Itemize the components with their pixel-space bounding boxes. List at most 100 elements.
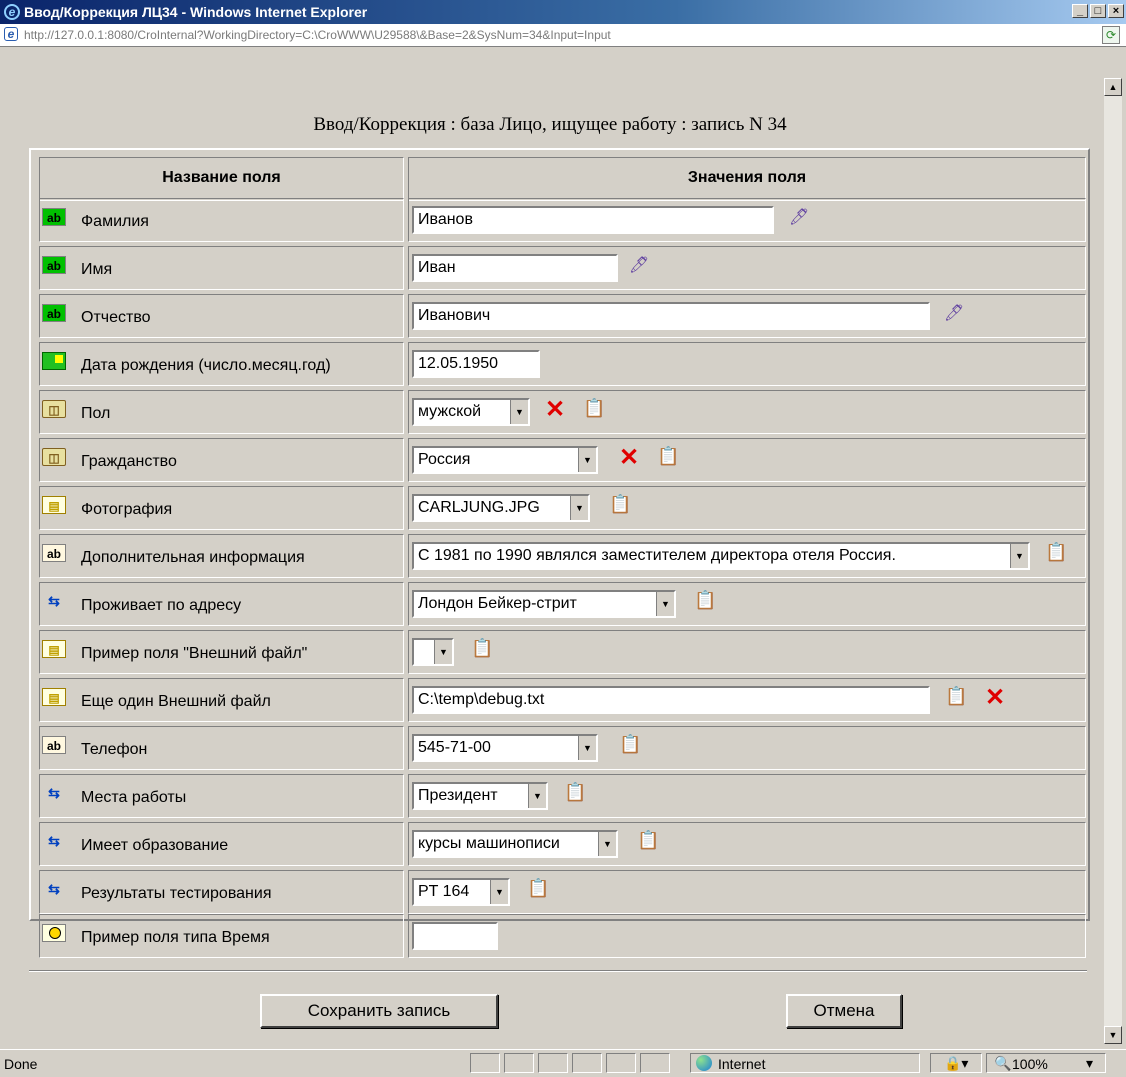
field-label: Телефон <box>81 741 148 758</box>
phone-select[interactable]: 545-71-00 ▼ <box>412 734 598 762</box>
additional-info-select[interactable]: С 1981 по 1990 являлся заместителем дире… <box>412 542 1030 570</box>
phone-select-value: 545-71-00 <box>418 739 491 756</box>
chevron-down-icon[interactable]: ▼ <box>570 496 588 520</box>
properties-icon[interactable]: 📋 <box>609 494 631 516</box>
minimize-button[interactable]: _ <box>1072 4 1088 18</box>
link-icon: ⇆ <box>48 785 60 801</box>
field-label: Имеет образование <box>81 837 229 854</box>
close-button[interactable]: × <box>1108 4 1124 18</box>
ab-text-icon: ab <box>42 208 66 226</box>
chevron-down-icon[interactable]: ▼ <box>434 640 452 664</box>
link-icon: ⇆ <box>48 881 60 897</box>
field-label: Дополнительная информация <box>81 549 305 566</box>
col-header-value: Значения поля <box>408 157 1086 201</box>
test-results-select[interactable]: PT 164 ▼ <box>412 878 510 906</box>
form-table: Название поля Значения поля ab Фамилия И… <box>29 148 1090 921</box>
status-text: Done <box>4 1056 38 1072</box>
table-row: Пример поля типа Время <box>39 914 1086 958</box>
properties-icon[interactable]: 📋 <box>637 830 659 852</box>
globe-icon <box>696 1055 712 1071</box>
date-icon <box>42 352 66 370</box>
book-icon: ◫ <box>42 400 66 418</box>
link-icon: ⇆ <box>48 593 60 609</box>
gender-select[interactable]: мужской ▼ <box>412 398 530 426</box>
properties-icon[interactable]: 📋 <box>527 878 549 900</box>
scroll-down-button[interactable]: ▼ <box>1104 1026 1122 1044</box>
properties-icon[interactable]: 📋 <box>564 782 586 804</box>
external-file-select[interactable]: ▼ <box>412 638 454 666</box>
edit-icon[interactable]: 🖊 <box>944 303 968 327</box>
save-button[interactable]: Сохранить запись <box>260 994 498 1028</box>
chevron-down-icon[interactable]: ▼ <box>528 784 546 808</box>
test-results-select-value: PT 164 <box>418 883 470 900</box>
birthdate-input[interactable]: 12.05.1950 <box>412 350 540 378</box>
window-titlebar: e Ввод/Коррекция ЛЦ34 - Windows Internet… <box>0 0 1126 24</box>
ie-logo-icon: e <box>4 4 20 20</box>
citizenship-select[interactable]: Россия ▼ <box>412 446 598 474</box>
cancel-button[interactable]: Отмена <box>786 994 902 1028</box>
workplaces-select[interactable]: Президент ▼ <box>412 782 548 810</box>
chevron-down-icon[interactable]: ▼ <box>490 880 508 904</box>
edit-icon[interactable]: 🖊 <box>789 207 813 231</box>
field-label: Результаты тестирования <box>81 885 272 902</box>
education-select[interactable]: курсы машинописи ▼ <box>412 830 618 858</box>
separator <box>29 970 1087 972</box>
ab-text-icon: ab <box>42 256 66 274</box>
field-label: Имя <box>81 261 113 278</box>
field-label: Фамилия <box>81 213 149 230</box>
time-input[interactable] <box>412 922 498 950</box>
book-icon: ◫ <box>42 448 66 466</box>
properties-icon[interactable]: 📋 <box>583 398 605 420</box>
external-file-input[interactable]: C:\temp\debug.txt <box>412 686 930 714</box>
chevron-down-icon[interactable]: ▼ <box>578 448 596 472</box>
field-label: Пример поля типа Время <box>81 929 270 946</box>
address-url[interactable]: http://127.0.0.1:8080/CroInternal?Workin… <box>24 28 611 42</box>
file-icon: ▤ <box>42 640 66 658</box>
vertical-scrollbar[interactable]: ▲ ▼ <box>1104 78 1122 1044</box>
feeds-icon[interactable]: ⟳ <box>1102 26 1120 44</box>
surname-input[interactable]: Иванов <box>412 206 774 234</box>
file-icon: ▤ <box>42 688 66 706</box>
citizenship-select-value: Россия <box>418 451 471 468</box>
field-label: Пример поля "Внешний файл" <box>81 645 308 662</box>
field-label: Гражданство <box>81 453 177 470</box>
address-select-value: Лондон Бейкер-стрит <box>418 595 577 612</box>
chevron-down-icon[interactable]: ▼ <box>578 736 596 760</box>
chevron-down-icon[interactable]: ▼ <box>656 592 674 616</box>
properties-icon[interactable]: 📋 <box>945 686 967 708</box>
address-bar[interactable]: e http://127.0.0.1:8080/CroInternal?Work… <box>0 24 1126 47</box>
edit-icon[interactable]: 🖊 <box>629 255 653 279</box>
page-heading: Ввод/Коррекция : база Лицо, ищущее работ… <box>313 114 787 135</box>
zoom-icon: 🔍 <box>994 1055 1012 1071</box>
field-label: Дата рождения (число.месяц.год) <box>81 357 331 374</box>
status-bar: Done Internet 🔒▾ 🔍 100% ▾ <box>0 1049 1126 1077</box>
properties-icon[interactable]: 📋 <box>1045 542 1067 564</box>
additional-info-value: С 1981 по 1990 являлся заместителем дире… <box>418 547 896 564</box>
workplaces-select-value: Президент <box>418 787 498 804</box>
address-select[interactable]: Лондон Бейкер-стрит ▼ <box>412 590 676 618</box>
maximize-button[interactable]: □ <box>1090 4 1106 18</box>
chevron-down-icon[interactable]: ▼ <box>510 400 528 424</box>
chevron-down-icon[interactable]: ▼ <box>598 832 616 856</box>
properties-icon[interactable]: 📋 <box>471 638 493 660</box>
ab-text-icon: ab <box>42 544 66 562</box>
name-input[interactable]: Иван <box>412 254 618 282</box>
photo-select[interactable]: CARLJUNG.JPG ▼ <box>412 494 590 522</box>
properties-icon[interactable]: 📋 <box>657 446 679 468</box>
chevron-down-icon[interactable]: ▼ <box>1010 544 1028 568</box>
chevron-down-icon[interactable]: ▾ <box>1086 1055 1093 1072</box>
lock-icon: 🔒▾ <box>944 1055 969 1071</box>
scroll-up-button[interactable]: ▲ <box>1104 78 1122 96</box>
photo-select-value: CARLJUNG.JPG <box>418 499 540 516</box>
field-label: Еще один Внешний файл <box>81 693 271 710</box>
properties-icon[interactable]: 📋 <box>694 590 716 612</box>
delete-icon[interactable]: ✕ <box>985 686 1009 711</box>
file-icon: ▤ <box>42 496 66 514</box>
properties-icon[interactable]: 📋 <box>619 734 641 756</box>
delete-icon[interactable]: ✕ <box>619 446 643 471</box>
delete-icon[interactable]: ✕ <box>545 398 569 423</box>
link-icon: ⇆ <box>48 833 60 849</box>
patronymic-input[interactable]: Иванович <box>412 302 930 330</box>
page-icon: e <box>4 27 18 41</box>
zoom-level[interactable]: 100% <box>1012 1056 1048 1072</box>
